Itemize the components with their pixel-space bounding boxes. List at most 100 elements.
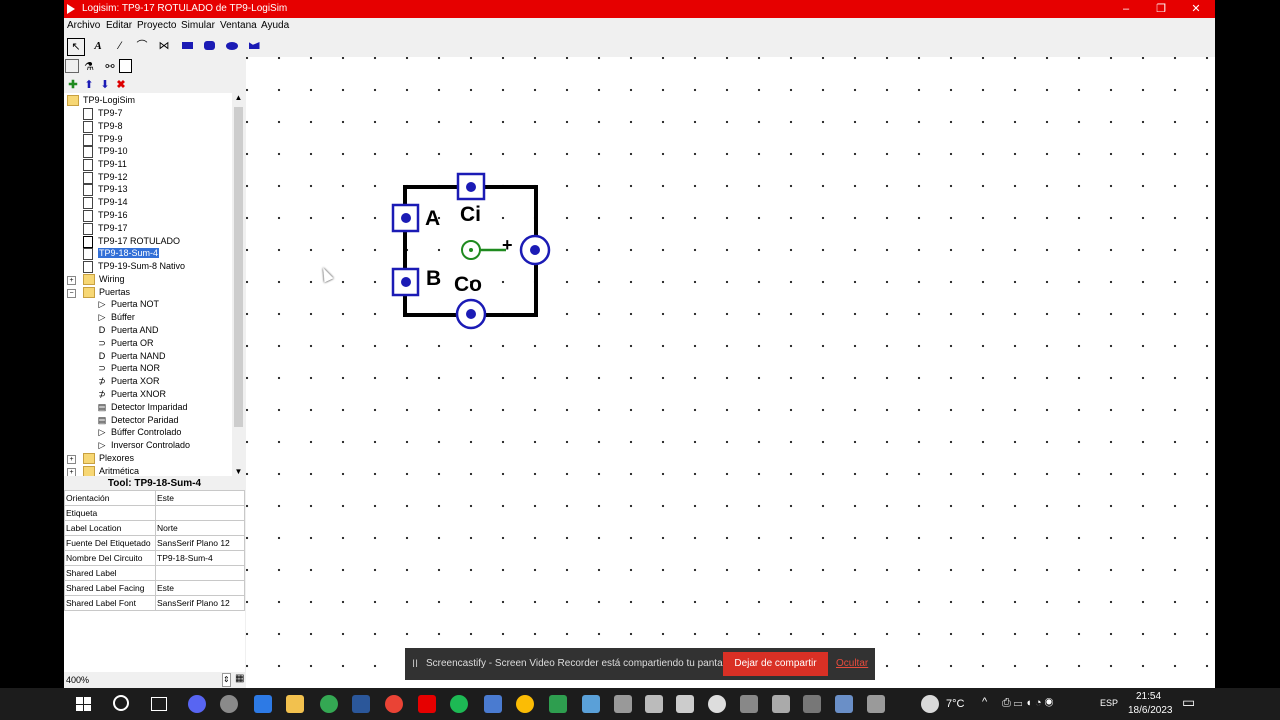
- scroll-thumb[interactable]: [234, 107, 243, 427]
- tree-scrollbar[interactable]: ▲ ▼: [232, 93, 245, 476]
- app-icon[interactable]: [582, 695, 600, 713]
- circuit-canvas[interactable]: A B Ci Co +: [246, 57, 1215, 688]
- rectangle-tool-icon[interactable]: [179, 38, 195, 54]
- attr-value[interactable]: Este: [155, 580, 245, 596]
- expand-toggle[interactable]: +: [67, 455, 76, 464]
- simulation-tree-icon[interactable]: ⚗: [81, 59, 97, 75]
- app-icon[interactable]: [676, 695, 694, 713]
- table-row[interactable]: Etiqueta: [64, 505, 245, 521]
- tree-circuit-item-selected[interactable]: TP9-18-Sum-4: [83, 247, 161, 260]
- tree-circuit-item[interactable]: TP9-17: [83, 222, 128, 235]
- menu-ayuda[interactable]: Ayuda: [261, 20, 289, 31]
- menu-simular[interactable]: Simular: [181, 20, 215, 31]
- gate-item[interactable]: ▷ Búffer: [96, 311, 135, 324]
- collapse-toggle[interactable]: −: [67, 289, 76, 298]
- move-down-icon[interactable]: ⬇: [97, 77, 113, 93]
- attr-value[interactable]: TP9-18-Sum-4: [155, 550, 245, 566]
- chrome-icon[interactable]: [516, 695, 534, 713]
- hide-link[interactable]: Ocultar: [836, 658, 868, 669]
- menu-editar[interactable]: Editar: [106, 20, 132, 31]
- grid-toggle-icon[interactable]: ▦: [235, 673, 244, 684]
- attr-value[interactable]: SansSerif Plano 12: [155, 535, 245, 551]
- attr-value[interactable]: [155, 505, 245, 521]
- zoom-spinner[interactable]: ⇕: [222, 673, 231, 687]
- app-icon[interactable]: [772, 695, 790, 713]
- library-wiring[interactable]: Wiring: [83, 273, 125, 286]
- app-icon[interactable]: [708, 695, 726, 713]
- chrome-icon[interactable]: [385, 695, 403, 713]
- weather-icon[interactable]: [921, 695, 939, 713]
- tree-circuit-item[interactable]: TP9-10: [83, 145, 128, 158]
- windows-start-icon[interactable]: [76, 697, 91, 711]
- attr-value[interactable]: [155, 565, 245, 581]
- expand-toggle[interactable]: +: [67, 276, 76, 285]
- table-row[interactable]: Nombre Del Circuito TP9-18-Sum-4: [64, 550, 245, 566]
- notification-icon[interactable]: ▭: [1182, 694, 1195, 711]
- appearance-edit-icon[interactable]: [119, 59, 132, 73]
- zoom-app-icon[interactable]: [254, 695, 272, 713]
- polyline-tool-icon[interactable]: ⋈: [156, 38, 172, 54]
- app-icon[interactable]: [803, 695, 821, 713]
- polygon-tool-icon[interactable]: [246, 38, 262, 54]
- table-row[interactable]: Shared Label Facing Este: [64, 580, 245, 596]
- oval-tool-icon[interactable]: [224, 38, 240, 54]
- maximize-button[interactable]: ❐: [1143, 0, 1179, 18]
- move-up-icon[interactable]: ⬆: [81, 77, 97, 93]
- pause-icon[interactable]: II: [412, 658, 418, 670]
- attr-value[interactable]: Norte: [155, 520, 245, 536]
- delete-circuit-icon[interactable]: ✖: [113, 77, 129, 93]
- app-icon[interactable]: [220, 695, 238, 713]
- menu-archivo[interactable]: Archivo: [67, 20, 100, 31]
- scroll-down-icon[interactable]: ▼: [232, 467, 245, 476]
- rounded-rect-tool-icon[interactable]: [201, 38, 217, 54]
- select-tool-icon[interactable]: ↖: [67, 38, 85, 56]
- app-icon[interactable]: [740, 695, 758, 713]
- text-tool-icon[interactable]: A: [90, 38, 106, 54]
- tree-root[interactable]: TP9-LogiSim: [67, 94, 135, 107]
- task-view-icon[interactable]: [151, 697, 167, 711]
- show-hidden-icons-icon[interactable]: ^: [982, 696, 987, 708]
- app-icon[interactable]: [549, 695, 567, 713]
- tree-circuit-item[interactable]: TP9-14: [83, 196, 128, 209]
- chrome-icon[interactable]: [320, 695, 338, 713]
- app-icon[interactable]: [835, 695, 853, 713]
- gate-item[interactable]: ⊃ Puerta NOR: [96, 362, 160, 375]
- clock-date[interactable]: 18/6/2023: [1128, 705, 1173, 716]
- line-tool-icon[interactable]: ⁄: [112, 38, 128, 54]
- gate-item[interactable]: ▷ Puerta NOT: [96, 298, 159, 311]
- stop-sharing-button[interactable]: Dejar de compartir: [723, 652, 828, 676]
- clock-time[interactable]: 21:54: [1136, 691, 1161, 702]
- tree-circuit-item[interactable]: TP9-13: [83, 183, 128, 196]
- app-icon[interactable]: [645, 695, 663, 713]
- search-icon[interactable]: [113, 695, 129, 711]
- expand-toggle[interactable]: +: [67, 468, 76, 476]
- gate-item[interactable]: ⊅ Puerta XOR: [96, 375, 159, 388]
- app-icon[interactable]: [867, 695, 885, 713]
- attr-value[interactable]: Este: [155, 490, 245, 506]
- table-row[interactable]: Shared Label: [64, 565, 245, 581]
- file-explorer-icon[interactable]: [286, 695, 304, 713]
- gate-item[interactable]: ▤ Detector Imparidad: [96, 401, 188, 414]
- attr-value[interactable]: SansSerif Plano 12: [155, 595, 245, 611]
- app-icon[interactable]: [484, 695, 502, 713]
- word-icon[interactable]: [352, 695, 370, 713]
- table-row[interactable]: Fuente Del Etiquetado SansSerif Plano 12: [64, 535, 245, 551]
- tray-icons[interactable]: ⎙ ▭ ◖ ◔ ◉: [1002, 697, 1053, 710]
- gate-item[interactable]: ⊅ Puerta XNOR: [96, 388, 166, 401]
- table-row[interactable]: Shared Label Font SansSerif Plano 12: [64, 595, 245, 611]
- minimize-button[interactable]: –: [1108, 0, 1144, 18]
- layout-edit-icon[interactable]: ⚯: [102, 59, 118, 75]
- gate-item[interactable]: D Puerta AND: [96, 324, 159, 337]
- table-row[interactable]: Label Location Norte: [64, 520, 245, 536]
- menu-ventana[interactable]: Ventana: [220, 20, 257, 31]
- close-button[interactable]: ✕: [1178, 0, 1214, 18]
- tree-circuit-item[interactable]: TP9-16: [83, 209, 128, 222]
- app-icon[interactable]: [614, 695, 632, 713]
- discord-icon[interactable]: [188, 695, 206, 713]
- menu-proyecto[interactable]: Proyecto: [137, 20, 176, 31]
- library-aritmetica[interactable]: Aritmética: [83, 465, 139, 476]
- add-circuit-icon[interactable]: ✚: [65, 77, 81, 93]
- tree-circuit-item[interactable]: TP9-19-Sum-8 Nativo: [83, 260, 185, 273]
- tree-circuit-item[interactable]: TP9-11: [83, 158, 127, 171]
- gate-item[interactable]: ▷ Inversor Controlado: [96, 439, 191, 452]
